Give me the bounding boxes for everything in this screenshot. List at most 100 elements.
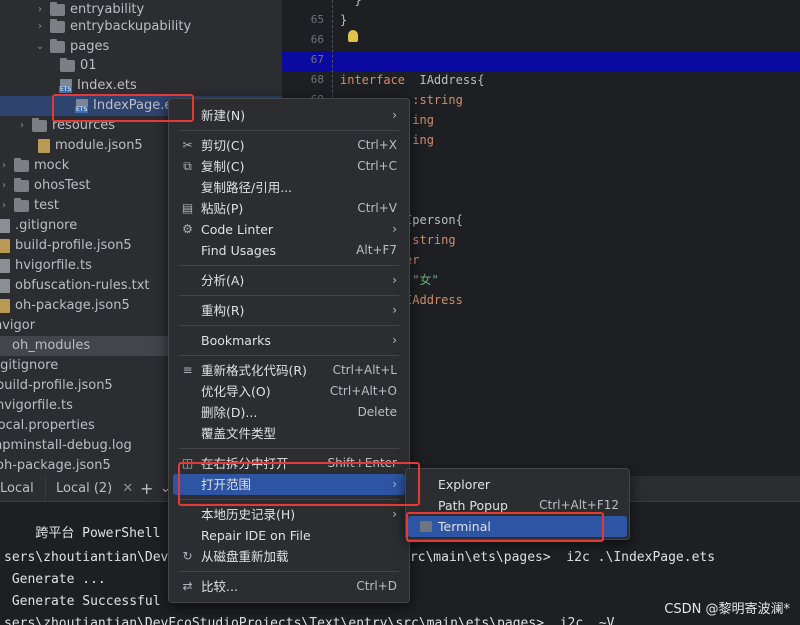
menu-item[interactable]: 重构(R) › [173,300,405,321]
chevron-right-icon[interactable]: › [16,116,28,136]
code-token: IAddress{ [405,73,485,87]
menu-item[interactable]: 删除(D)... Delete [173,402,405,423]
code-line[interactable]: } [340,0,361,10]
menu-item[interactable]: ≡ 重新格式化代码(R) Ctrl+Alt+L [173,360,405,381]
code-token: interface [340,73,406,87]
menu-item[interactable]: Bookmarks › [173,330,405,351]
menu-item-label: 从磁盘重新加载 [201,549,289,564]
close-icon[interactable]: ✕ [122,481,133,496]
menu-item[interactable]: ⧉ 复制(C) Ctrl+C [173,156,405,177]
menu-item-label: 分析(A) [201,273,245,288]
tree-item[interactable]: Index.ets [56,76,137,96]
tree-item[interactable]: .gitignore [0,356,58,376]
menu-item-shortcut: Ctrl+X [357,138,397,152]
tree-item[interactable]: hvigor [0,316,35,336]
chevron-right-icon[interactable]: › [0,176,10,196]
tree-item[interactable]: build-profile.json5 [0,376,113,396]
tree-item[interactable]: module.json5 [34,136,143,156]
submenu-item[interactable]: Explorer [408,474,627,495]
menu-separator [179,130,399,131]
line-number: 68 [310,73,324,86]
menu-item[interactable]: ⚙ Code Linter › [173,219,405,240]
menu-item[interactable]: ⇄ 比较... Ctrl+D [173,576,405,597]
terminal-path-suffix: src\main\ets\pages> i2c .\IndexPage.ets [402,550,716,565]
tree-item-label: ohosTest [34,178,91,193]
menu-item-label: 剪切(C) [201,138,245,153]
folder-icon [50,19,65,33]
chevron-right-icon: › [392,303,397,317]
tree-item[interactable]: oh-package.json5 [0,456,111,476]
menu-item[interactable]: ↻ 从磁盘重新加载 [173,546,405,567]
chevron-right-icon[interactable]: › [0,196,10,216]
tree-item[interactable]: › mock [0,156,69,176]
tab-local[interactable]: Local [0,476,44,502]
menu-item[interactable]: Repair IDE on File [173,525,405,546]
tree-item[interactable]: ⌄ pages [34,37,109,57]
menu-item-label: 复制(C) [201,159,245,174]
menu-item-label: Bookmarks [201,333,271,348]
folder-icon [50,39,65,53]
ets-file-icon [59,79,73,93]
tree-item[interactable]: hvigorfile.ts [0,256,92,276]
menu-item-icon: ⇄ [182,579,193,593]
menu-separator [179,325,399,326]
tree-item[interactable]: npminstall-debug.log [0,436,132,456]
add-tab-button[interactable]: + [140,476,156,502]
menu-item[interactable]: Find Usages Alt+F7 [173,240,405,261]
tree-item[interactable]: build-profile.json5 [0,236,132,256]
menu-item[interactable]: 新建(N) › [173,105,405,126]
json-file-icon [0,299,10,313]
code-line[interactable]: interface IAddress{ [340,70,485,90]
tree-item[interactable]: hvigorfile.ts [0,396,73,416]
watermark: CSDN @黎明寄波澜* [664,602,790,617]
menu-item[interactable]: ▤ 粘贴(P) Ctrl+V [173,198,405,219]
menu-separator [179,355,399,356]
lightbulb-icon[interactable] [348,30,358,42]
tree-item[interactable]: 01 [56,56,97,76]
file-icon [0,219,10,233]
highlight-box-open-in [178,462,420,506]
tree-item-label: local.properties [0,418,95,433]
tree-item[interactable]: › ohosTest [0,176,91,196]
menu-item[interactable]: 优化导入(O) Ctrl+Alt+O [173,381,405,402]
folder-icon [60,58,75,72]
chevron-right-icon[interactable]: › [34,17,46,37]
code-line[interactable]: } [340,10,347,30]
folder-icon [14,158,29,172]
menu-item-icon: ⚙ [182,222,193,236]
tree-item-label: build-profile.json5 [0,378,113,393]
tree-item-label: npminstall-debug.log [0,438,132,453]
tree-item[interactable]: oh-package.json5 [0,296,130,316]
menu-item[interactable]: 本地历史记录(H) › [173,504,405,525]
line-number: 65 [310,13,324,26]
highlight-box-terminal [406,512,604,542]
menu-item-shortcut: Ctrl+Alt+L [332,363,397,377]
tree-item[interactable]: › entrybackupability [34,17,191,37]
chevron-down-icon[interactable]: ⌄ [34,37,46,57]
menu-item-label: 复制路径/引用... [201,180,293,195]
menu-separator [179,265,399,266]
menu-item[interactable]: 覆盖文件类型 [173,423,405,444]
tree-item[interactable]: .gitignore [0,216,77,236]
json-file-icon [0,239,10,253]
tree-item[interactable]: local.properties [0,416,95,436]
menu-item[interactable]: 分析(A) › [173,270,405,291]
submenu-item-label: Explorer [438,477,491,492]
menu-item-shortcut: Ctrl+D [356,579,397,593]
chevron-right-icon[interactable]: › [0,156,10,176]
tree-item[interactable]: › test [0,196,59,216]
tree-item-label: build-profile.json5 [15,238,132,253]
menu-item-shortcut: Delete [357,405,397,419]
menu-item-icon: ▤ [181,201,194,215]
menu-item[interactable]: 复制路径/引用... [173,177,405,198]
menu-item-label: 新建(N) [201,108,246,123]
terminal-line: sers\zhoutiantian\DevE [4,550,177,565]
menu-item-label: 比较... [201,579,238,594]
folder-icon [14,178,29,192]
tab-local-2[interactable]: Local (2) ✕ [45,476,135,502]
code-token: } [340,13,348,27]
menu-item-label: 本地历史记录(H) [201,507,296,522]
tree-item-label: hvigor [0,318,36,333]
tree-item[interactable]: obfuscation-rules.txt [0,276,150,296]
menu-item[interactable]: ✂ 剪切(C) Ctrl+X [173,135,405,156]
